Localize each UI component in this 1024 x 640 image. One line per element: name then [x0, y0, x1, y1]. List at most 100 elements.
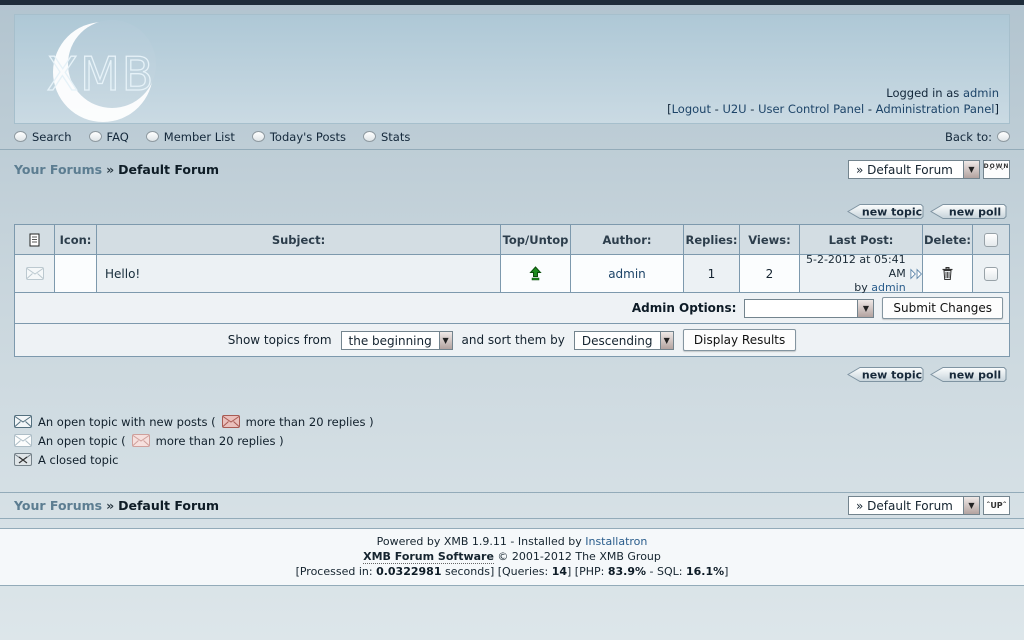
legend-text: An open topic (	[38, 434, 126, 448]
forum-jump-select[interactable]: » Default Forum ▼	[848, 160, 980, 179]
navbar: Search FAQ Member List Today's Posts Sta…	[0, 124, 1024, 150]
admin-options-select[interactable]: ▼	[744, 299, 874, 318]
nav-item-faq[interactable]: FAQ	[89, 130, 129, 144]
header-cell-author: Author:	[571, 225, 683, 254]
u2u-link[interactable]: U2U	[722, 102, 746, 116]
topic-delete-cell	[923, 255, 972, 292]
last-post-user-link[interactable]: admin	[871, 281, 905, 294]
sort-order-select[interactable]: Descending ▼	[574, 331, 674, 350]
administration-panel-link[interactable]: Administration Panel	[876, 102, 995, 116]
chevron-down-icon: ▼	[857, 300, 873, 317]
user-control-panel-link[interactable]: User Control Panel	[758, 102, 864, 116]
jump-down-button[interactable]: DOWN ˇ ˇ ˇ	[983, 160, 1010, 179]
submit-changes-button[interactable]: Submit Changes	[882, 297, 1003, 319]
svg-text:new poll: new poll	[949, 206, 1001, 219]
powered-by-line: Powered by XMB 1.9.11 - Installed by Ins…	[0, 534, 1024, 549]
forum-jump-bottom: » Default Forum ▼ ˆUPˆ	[848, 496, 1010, 515]
open-topic-icon	[26, 267, 44, 280]
chevron-down-icon: ▼	[963, 161, 979, 178]
author-link[interactable]: admin	[608, 267, 646, 281]
copyright-line: XMB Forum Software © 2001-2012 The XMB G…	[0, 549, 1024, 564]
footer-panel: Powered by XMB 1.9.11 - Installed by Ins…	[0, 528, 1024, 586]
sort-value: Descending	[575, 332, 660, 349]
legend-text: A closed topic	[38, 453, 118, 467]
back-to-control[interactable]: Back to:	[945, 130, 1010, 144]
search-icon	[14, 131, 27, 142]
nav-label: Search	[32, 130, 72, 144]
logged-in-label: Logged in as	[886, 86, 963, 100]
nav-label: Member List	[164, 130, 235, 144]
header-cell-delete: Delete:	[923, 225, 972, 254]
new-topic-button[interactable]: new topic	[847, 366, 925, 383]
breadcrumb-root-link[interactable]: Your Forums	[14, 498, 102, 513]
legend-closed: A closed topic	[14, 450, 1010, 469]
hot-open-new-posts-envelope-icon	[222, 415, 240, 428]
username-link[interactable]: admin	[963, 86, 999, 100]
topic-checkbox[interactable]	[984, 267, 998, 281]
chevron-down-icon: ▼	[963, 497, 979, 514]
admin-options-label: Admin Options:	[632, 301, 737, 315]
topic-views-cell: 2	[740, 255, 799, 292]
topic-actions-bottom: new topic new poll	[0, 366, 1024, 383]
breadcrumb-root-link[interactable]: Your Forums	[14, 162, 102, 177]
topic-top-untop-cell	[501, 255, 570, 292]
nav-item-search[interactable]: Search	[14, 130, 72, 144]
new-topic-button[interactable]: new topic	[847, 203, 925, 220]
breadcrumb-separator: »	[106, 162, 114, 177]
nav-item-member-list[interactable]: Member List	[146, 130, 235, 144]
from-value: the beginning	[342, 332, 439, 349]
trash-icon[interactable]	[941, 266, 954, 281]
legend-open-new: An open topic with new posts ( more than…	[14, 412, 1010, 431]
header-cell-views: Views:	[740, 225, 799, 254]
stats-text: ] [PHP:	[567, 565, 608, 578]
svg-text:new topic: new topic	[862, 206, 922, 219]
separator: -	[747, 102, 758, 116]
forum-jump-select[interactable]: » Default Forum ▼	[848, 496, 980, 515]
logout-link[interactable]: Logout	[672, 102, 711, 116]
forum-jump: » Default Forum ▼ DOWN ˇ ˇ ˇ	[848, 160, 1010, 179]
todays-posts-icon	[252, 131, 265, 142]
breadcrumb-current: Default Forum	[118, 498, 219, 513]
topic-replies-cell: 1	[684, 255, 739, 292]
goto-last-post-icon[interactable]	[910, 268, 922, 280]
logo-text: XMB	[47, 47, 156, 101]
chevron-down-icon: ▼	[439, 332, 452, 349]
powered-by-text: Powered by XMB 1.9.11 - Installed by	[377, 535, 586, 548]
stats-text: [Processed in:	[296, 565, 377, 578]
show-topics-from-select[interactable]: the beginning ▼	[341, 331, 453, 350]
header-cell-replies: Replies:	[684, 225, 739, 254]
new-poll-button[interactable]: new poll	[930, 366, 1008, 383]
show-topics-label: Show topics from	[228, 333, 332, 347]
up-label: ˆUPˆ	[986, 501, 1006, 510]
new-poll-button[interactable]: new poll	[930, 203, 1008, 220]
display-results-button[interactable]: Display Results	[683, 329, 796, 351]
breadcrumb-row: Your Forums » Default Forum » Default Foru…	[0, 150, 1024, 179]
breadcrumb-separator: »	[106, 498, 114, 513]
top-arrow-icon[interactable]	[529, 266, 542, 281]
topic-author-cell: admin	[571, 255, 683, 292]
legend-open: An open topic ( more than 20 replies )	[14, 431, 1010, 450]
jump-up-button[interactable]: ˆUPˆ	[983, 496, 1010, 515]
down-carets-icon: ˇ ˇ ˇ	[989, 170, 1004, 175]
breadcrumb: Your Forums » Default Forum	[14, 498, 219, 513]
closed-topic-envelope-icon	[14, 453, 32, 466]
breadcrumb-current: Default Forum	[118, 162, 219, 177]
nav-item-todays-posts[interactable]: Today's Posts	[252, 130, 346, 144]
hot-open-topic-envelope-icon	[132, 434, 150, 447]
topic-icon-cell	[55, 255, 96, 292]
sort-by-label: and sort them by	[462, 333, 565, 347]
header-cell-last-post: Last Post:	[800, 225, 922, 254]
nav-item-stats[interactable]: Stats	[363, 130, 410, 144]
header-cell-icon: Icon:	[55, 225, 96, 254]
svg-text:new poll: new poll	[949, 369, 1001, 382]
header-panel: XMB Logged in as admin [Logout - U2U - U…	[14, 14, 1010, 124]
admin-options-row: Admin Options: ▼ Submit Changes	[15, 293, 1009, 323]
topic-subject-link[interactable]: Hello!	[105, 267, 140, 281]
stats-text: seconds] [Queries:	[441, 565, 551, 578]
open-new-posts-envelope-icon	[14, 415, 32, 428]
php-percent: 83.9%	[608, 565, 646, 578]
xmb-software-link[interactable]: XMB Forum Software	[363, 550, 494, 564]
topic-legend: An open topic with new posts ( more than…	[14, 412, 1010, 469]
installatron-link[interactable]: Installatron	[585, 535, 647, 548]
select-all-checkbox[interactable]	[984, 233, 998, 247]
